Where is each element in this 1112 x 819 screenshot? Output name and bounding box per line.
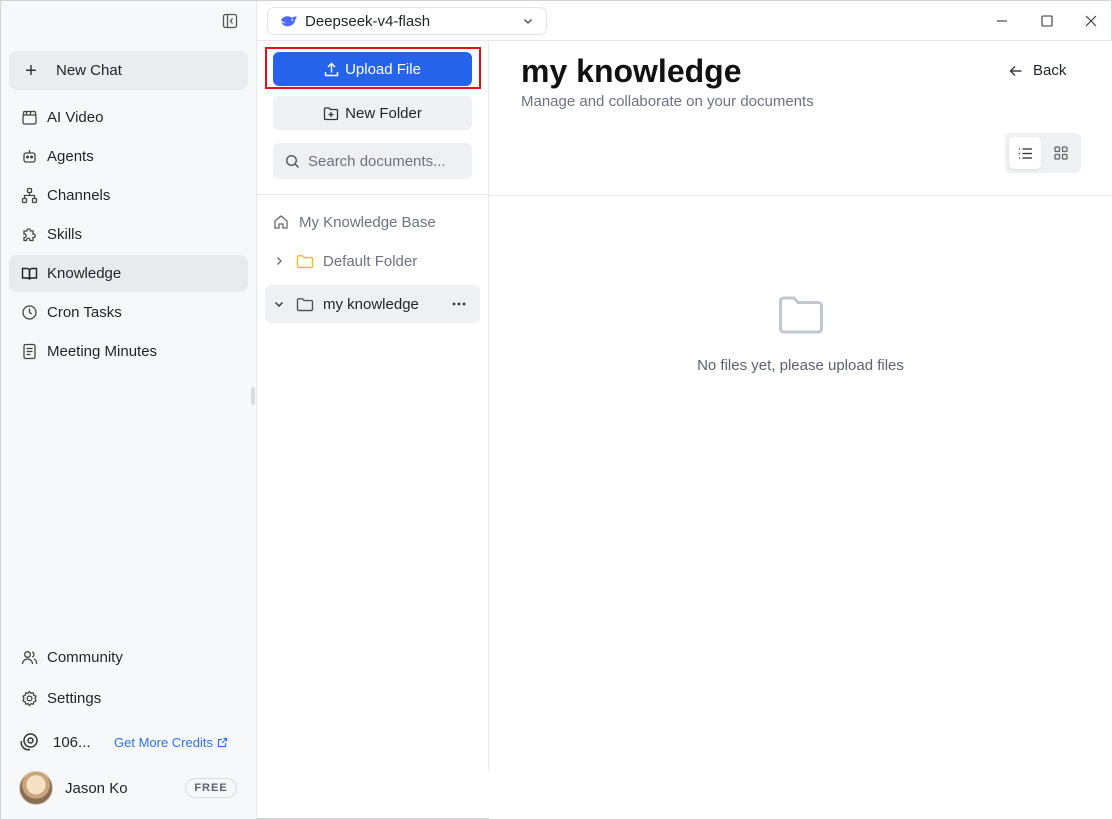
upload-icon — [324, 62, 339, 76]
tree-item-default-folder[interactable]: Default Folder — [265, 242, 480, 280]
back-button[interactable]: Back — [1009, 62, 1066, 79]
tree-item-label: Default Folder — [323, 252, 418, 270]
new-folder-button[interactable]: New Folder — [273, 96, 472, 130]
list-view-button[interactable] — [1009, 137, 1041, 169]
grid-icon — [1054, 146, 1068, 160]
main-content: my knowledge Manage and collaborate on y… — [489, 41, 1112, 819]
folder-icon — [295, 254, 315, 269]
sidebar-item-channels[interactable]: Channels — [9, 177, 248, 214]
user-name: Jason Ko — [65, 779, 128, 797]
empty-folder-icon — [778, 295, 824, 340]
avatar — [19, 771, 53, 805]
sidebar-item-ai-video[interactable]: AI Video — [9, 99, 248, 136]
clock-icon — [19, 303, 39, 323]
new-folder-label: New Folder — [345, 104, 422, 122]
tree-item-label: my knowledge — [323, 295, 419, 313]
sidebar-bottom-nav: Community Settings — [9, 638, 248, 720]
grid-view-button[interactable] — [1045, 137, 1077, 169]
upload-file-button[interactable]: Upload File — [273, 52, 472, 86]
search-box — [273, 143, 472, 179]
close-icon[interactable] — [1081, 11, 1101, 31]
sidebar-item-label: Knowledge — [47, 265, 122, 282]
search-input[interactable] — [308, 152, 468, 170]
panel-divider — [257, 194, 488, 195]
plan-badge: FREE — [185, 778, 237, 798]
puzzle-icon — [19, 225, 39, 245]
sidebar-item-label: Channels — [47, 187, 111, 204]
sidebar-item-agents[interactable]: Agents — [9, 138, 248, 175]
folder-plus-icon — [323, 106, 339, 120]
credits-amount: 106... — [53, 733, 91, 751]
get-more-credits-label: Get More Credits — [114, 734, 213, 750]
chevron-down-icon — [522, 15, 534, 27]
plus-icon: + — [25, 59, 37, 82]
content-divider — [489, 195, 1112, 196]
folder-icon — [295, 297, 315, 312]
sidebar-item-label: Skills — [47, 226, 83, 243]
users-icon — [19, 647, 39, 667]
sidebar-item-label: Agents — [47, 148, 94, 165]
credits-coin-icon — [19, 731, 41, 753]
chevron-right-icon — [269, 256, 289, 266]
document-icon — [19, 342, 39, 362]
app-window: + New Chat AI Video Agents Channels Skil… — [0, 0, 1112, 819]
sidebar-item-label: Meeting Minutes — [47, 343, 158, 360]
deepseek-whale-icon — [280, 13, 298, 29]
sidebar: + New Chat AI Video Agents Channels Skil… — [1, 1, 257, 819]
minimize-icon[interactable] — [992, 11, 1012, 31]
user-profile[interactable]: Jason Ko FREE — [19, 771, 237, 805]
sidebar-item-cron-tasks[interactable]: Cron Tasks — [9, 294, 248, 331]
arrow-left-icon — [1009, 65, 1022, 76]
tree-item-my-knowledge[interactable]: my knowledge — [265, 285, 480, 323]
sidebar-item-label: Cron Tasks — [47, 304, 122, 321]
collapse-sidebar-icon[interactable] — [219, 10, 241, 32]
upload-file-label: Upload File — [345, 60, 421, 78]
empty-state-message: No files yet, please upload files — [697, 357, 904, 374]
robot-icon — [19, 147, 39, 167]
sidebar-item-meeting-minutes[interactable]: Meeting Minutes — [9, 333, 248, 370]
search-icon — [285, 154, 299, 168]
gear-icon — [19, 688, 39, 708]
view-toggle — [1005, 133, 1081, 173]
page-subtitle: Manage and collaborate on your documents — [521, 93, 814, 110]
home-icon — [269, 214, 293, 230]
network-icon — [19, 186, 39, 206]
sidebar-item-skills[interactable]: Skills — [9, 216, 248, 253]
sidebar-item-label: AI Video — [47, 109, 104, 126]
sidebar-item-label: Community — [47, 648, 123, 666]
sidebar-item-settings[interactable]: Settings — [9, 679, 248, 717]
get-more-credits-link[interactable]: Get More Credits — [114, 735, 228, 750]
page-title: my knowledge — [521, 53, 742, 89]
sidebar-item-label: Settings — [47, 689, 102, 707]
maximize-icon[interactable] — [1037, 11, 1057, 31]
list-icon — [1018, 147, 1032, 159]
credits-row: 106... Get More Credits — [19, 730, 249, 754]
sidebar-item-knowledge[interactable]: Knowledge — [9, 255, 248, 292]
new-chat-label: New Chat — [56, 62, 122, 79]
tree-item-my-knowledge-base[interactable]: My Knowledge Base — [265, 203, 480, 241]
more-options-icon[interactable] — [452, 302, 466, 306]
tree-item-label: My Knowledge Base — [299, 213, 436, 231]
model-name: Deepseek-v4-flash — [305, 12, 431, 30]
chevron-down-icon — [269, 299, 289, 309]
model-selector[interactable]: Deepseek-v4-flash — [267, 7, 547, 35]
knowledge-panel: Upload File New Folder My Knowledge Base… — [257, 41, 489, 771]
clapperboard-icon — [19, 108, 39, 128]
sidebar-item-community[interactable]: Community — [9, 638, 248, 676]
external-link-icon — [217, 737, 228, 747]
new-chat-button[interactable]: + New Chat — [9, 51, 248, 90]
back-label: Back — [1033, 62, 1067, 79]
book-open-icon — [19, 264, 39, 284]
sidebar-nav: AI Video Agents Channels Skills Knowledg… — [9, 99, 248, 372]
sidebar-resize-handle[interactable] — [251, 387, 255, 405]
